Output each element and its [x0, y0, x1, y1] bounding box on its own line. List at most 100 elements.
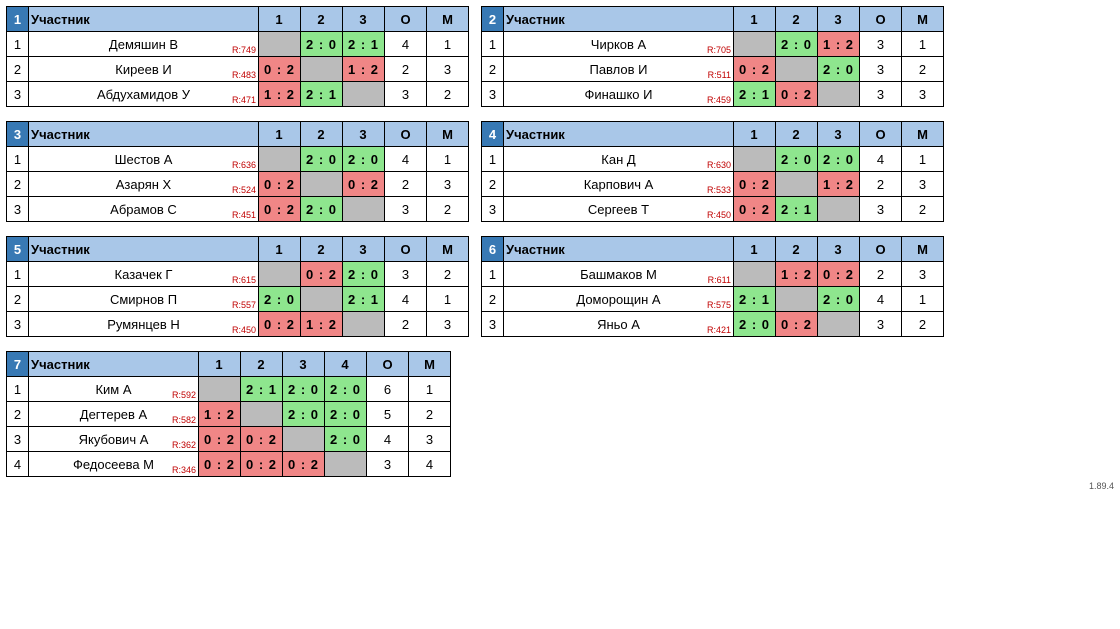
group-table-5: 5Участник123ОМ1Казачек ГR:6150 : 22 : 03… — [6, 236, 469, 337]
player-rating: R:450 — [232, 325, 256, 335]
col-opponent-1: 1 — [259, 122, 301, 147]
player-name: Демяшин В — [109, 37, 178, 52]
self-cell — [734, 262, 776, 287]
row-number: 3 — [482, 82, 504, 107]
col-opponent-3: 3 — [343, 237, 385, 262]
place-cell: 2 — [902, 57, 944, 82]
self-cell — [343, 312, 385, 337]
row-number: 3 — [7, 427, 29, 452]
row-number: 2 — [482, 57, 504, 82]
group-number: 4 — [482, 122, 504, 147]
player-name: Яньо А — [597, 317, 640, 332]
group-table-4: 4Участник123ОМ1Кан ДR:6302 : 02 : 0412Ка… — [481, 121, 944, 222]
score-cell: 2 : 0 — [818, 287, 860, 312]
col-participant: Участник — [504, 7, 734, 32]
score-cell: 0 : 2 — [776, 312, 818, 337]
self-cell — [734, 32, 776, 57]
score-cell: 2 : 1 — [241, 377, 283, 402]
col-participant: Участник — [29, 237, 259, 262]
col-participant: Участник — [29, 7, 259, 32]
row-number: 1 — [7, 262, 29, 287]
player-name-cell: Дегтерев АR:582 — [29, 402, 199, 427]
player-name: Федосеева М — [73, 457, 154, 472]
score-cell: 0 : 2 — [259, 172, 301, 197]
col-opponent-1: 1 — [259, 7, 301, 32]
row-number: 1 — [482, 32, 504, 57]
player-row: 1Чирков АR:7052 : 01 : 231 — [482, 32, 944, 57]
score-cell: 2 : 1 — [343, 32, 385, 57]
player-name-cell: Сергеев ТR:450 — [504, 197, 734, 222]
col-opponent-3: 3 — [343, 7, 385, 32]
group-table-7: 7Участник1234ОМ1Ким АR:5922 : 12 : 02 : … — [6, 351, 451, 477]
player-name: Ким А — [95, 382, 131, 397]
player-rating: R:459 — [707, 95, 731, 105]
score-cell: 2 : 1 — [776, 197, 818, 222]
place-cell: 1 — [902, 287, 944, 312]
place-cell: 3 — [902, 262, 944, 287]
group-number: 3 — [7, 122, 29, 147]
place-cell: 3 — [902, 82, 944, 107]
col-place: М — [902, 237, 944, 262]
player-name-cell: Павлов ИR:511 — [504, 57, 734, 82]
player-rating: R:615 — [232, 275, 256, 285]
player-row: 2Смирнов ПR:5572 : 02 : 141 — [7, 287, 469, 312]
col-opponent-3: 3 — [343, 122, 385, 147]
score-cell: 0 : 2 — [776, 82, 818, 107]
score-cell: 2 : 0 — [325, 427, 367, 452]
self-cell — [776, 172, 818, 197]
tournament-groups: 1Участник123ОМ1Демяшин ВR:7492 : 02 : 14… — [6, 6, 1114, 477]
col-points: О — [860, 7, 902, 32]
points-cell: 4 — [385, 147, 427, 172]
score-cell: 2 : 0 — [776, 32, 818, 57]
col-opponent-1: 1 — [734, 122, 776, 147]
player-rating: R:630 — [707, 160, 731, 170]
place-cell: 1 — [427, 287, 469, 312]
col-points: О — [385, 237, 427, 262]
score-cell: 2 : 1 — [301, 82, 343, 107]
place-cell: 2 — [409, 402, 451, 427]
player-row: 4Федосеева МR:3460 : 20 : 20 : 234 — [7, 452, 451, 477]
player-name-cell: Кан ДR:630 — [504, 147, 734, 172]
row-number: 1 — [7, 32, 29, 57]
points-cell: 4 — [385, 287, 427, 312]
col-place: М — [902, 122, 944, 147]
row-number: 3 — [482, 312, 504, 337]
points-cell: 4 — [860, 147, 902, 172]
place-cell: 3 — [427, 172, 469, 197]
self-cell — [301, 172, 343, 197]
player-row: 2Дегтерев АR:5821 : 22 : 02 : 052 — [7, 402, 451, 427]
points-cell: 6 — [367, 377, 409, 402]
col-opponent-1: 1 — [734, 7, 776, 32]
player-name-cell: Якубович АR:362 — [29, 427, 199, 452]
player-row: 2Азарян ХR:5240 : 20 : 223 — [7, 172, 469, 197]
self-cell — [343, 197, 385, 222]
player-row: 2Павлов ИR:5110 : 22 : 032 — [482, 57, 944, 82]
points-cell: 2 — [860, 262, 902, 287]
score-cell: 2 : 0 — [818, 57, 860, 82]
col-opponent-4: 4 — [325, 352, 367, 377]
player-name-cell: Шестов АR:636 — [29, 147, 259, 172]
score-cell: 1 : 2 — [259, 82, 301, 107]
player-row: 3Финашко ИR:4592 : 10 : 233 — [482, 82, 944, 107]
row-number: 3 — [7, 312, 29, 337]
col-points: О — [385, 122, 427, 147]
player-row: 3Румянцев НR:4500 : 21 : 223 — [7, 312, 469, 337]
player-name-cell: Карпович АR:533 — [504, 172, 734, 197]
score-cell: 2 : 0 — [325, 377, 367, 402]
points-cell: 5 — [367, 402, 409, 427]
score-cell: 1 : 2 — [301, 312, 343, 337]
place-cell: 1 — [902, 147, 944, 172]
col-points: О — [367, 352, 409, 377]
points-cell: 2 — [385, 172, 427, 197]
score-cell: 0 : 2 — [343, 172, 385, 197]
group-number: 7 — [7, 352, 29, 377]
score-cell: 2 : 0 — [301, 32, 343, 57]
player-rating: R:483 — [232, 70, 256, 80]
score-cell: 0 : 2 — [734, 172, 776, 197]
player-rating: R:421 — [707, 325, 731, 335]
player-name: Финашко И — [584, 87, 652, 102]
group-table-2: 2Участник123ОМ1Чирков АR:7052 : 01 : 231… — [481, 6, 944, 107]
group-number: 6 — [482, 237, 504, 262]
self-cell — [259, 147, 301, 172]
col-participant: Участник — [29, 352, 199, 377]
